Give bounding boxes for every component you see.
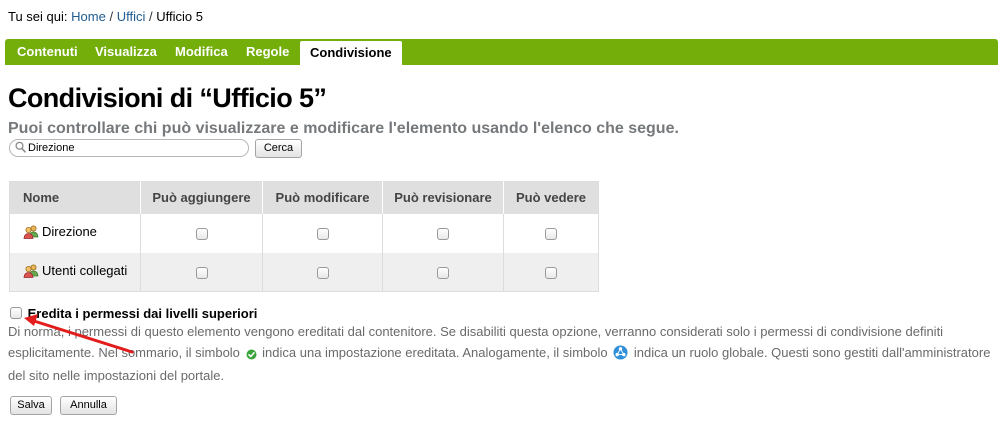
row-name-cell: Utenti collegati bbox=[9, 252, 141, 292]
breadcrumb-separator: / bbox=[109, 9, 114, 24]
table-row: Direzione bbox=[9, 213, 599, 253]
search-button[interactable]: Cerca bbox=[255, 139, 302, 158]
tab-visualizza[interactable]: Visualizza bbox=[95, 39, 157, 65]
search-icon bbox=[15, 141, 26, 156]
inherit-option: Eredita i permessi dai livelli superiori bbox=[10, 306, 257, 321]
row-name-cell: Direzione bbox=[9, 213, 141, 253]
checkbox-puo-aggiungere[interactable] bbox=[195, 228, 208, 241]
column-header-aggiungere: Può aggiungere bbox=[140, 181, 263, 214]
checkbox-puo-vedere[interactable] bbox=[545, 228, 557, 241]
breadcrumb-link-uffici[interactable]: Uffici bbox=[117, 9, 146, 24]
checkbox-puo-aggiungere[interactable] bbox=[195, 266, 208, 279]
breadcrumb-separator: / bbox=[148, 9, 153, 24]
column-header-nome: Nome bbox=[9, 181, 141, 214]
inherit-help-text: Di norma, i permessi di questo elemento … bbox=[8, 322, 1002, 387]
checkbox-puo-revisionare[interactable] bbox=[437, 228, 449, 241]
breadcrumb-prefix: Tu sei qui: bbox=[8, 9, 68, 24]
user-group-icon bbox=[23, 264, 39, 281]
tab-regole[interactable]: Regole bbox=[246, 39, 289, 65]
checkbox-puo-modificare[interactable] bbox=[316, 228, 329, 241]
sharing-table: Nome Può aggiungere Può modificare Può r… bbox=[9, 181, 599, 292]
checkbox-puo-revisionare[interactable] bbox=[437, 266, 449, 279]
column-header-vedere: Può vedere bbox=[503, 181, 599, 214]
column-header-revisionare: Può revisionare bbox=[382, 181, 504, 214]
breadcrumb-link-home[interactable]: Home bbox=[71, 9, 106, 24]
content-tabs: Contenuti Visualizza Modifica Regole Con… bbox=[5, 39, 998, 65]
row-name: Direzione bbox=[42, 224, 97, 239]
user-group-icon bbox=[23, 225, 39, 242]
save-button[interactable]: Salva bbox=[10, 396, 52, 415]
page-subtitle: Puoi controllare chi può visualizzare e … bbox=[8, 120, 679, 137]
row-name: Utenti collegati bbox=[42, 262, 128, 278]
page-title: Condivisioni di “Ufficio 5” bbox=[8, 83, 327, 113]
cancel-button[interactable]: Annulla bbox=[60, 396, 117, 415]
breadcrumb-current: Ufficio 5 bbox=[156, 9, 203, 24]
search-input[interactable] bbox=[28, 141, 243, 155]
checkbox-puo-modificare[interactable] bbox=[316, 266, 329, 279]
checkbox-puo-vedere[interactable] bbox=[545, 266, 557, 279]
table-row: Utenti collegati bbox=[9, 252, 599, 292]
tab-modifica[interactable]: Modifica bbox=[175, 39, 228, 65]
check-icon bbox=[246, 346, 257, 367]
tab-contenuti[interactable]: Contenuti bbox=[17, 39, 78, 65]
search-field bbox=[9, 139, 249, 157]
breadcrumb: Tu sei qui: Home / Uffici / Ufficio 5 bbox=[8, 9, 203, 24]
column-header-modificare: Può modificare bbox=[262, 181, 383, 214]
help-text-part: indica una impostazione ereditata. Analo… bbox=[262, 344, 608, 360]
global-role-icon bbox=[613, 345, 628, 367]
tab-condivisione[interactable]: Condivisione bbox=[300, 41, 402, 65]
inherit-checkbox[interactable] bbox=[10, 307, 22, 319]
inherit-label[interactable]: Eredita i permessi dai livelli superiori bbox=[28, 306, 258, 321]
